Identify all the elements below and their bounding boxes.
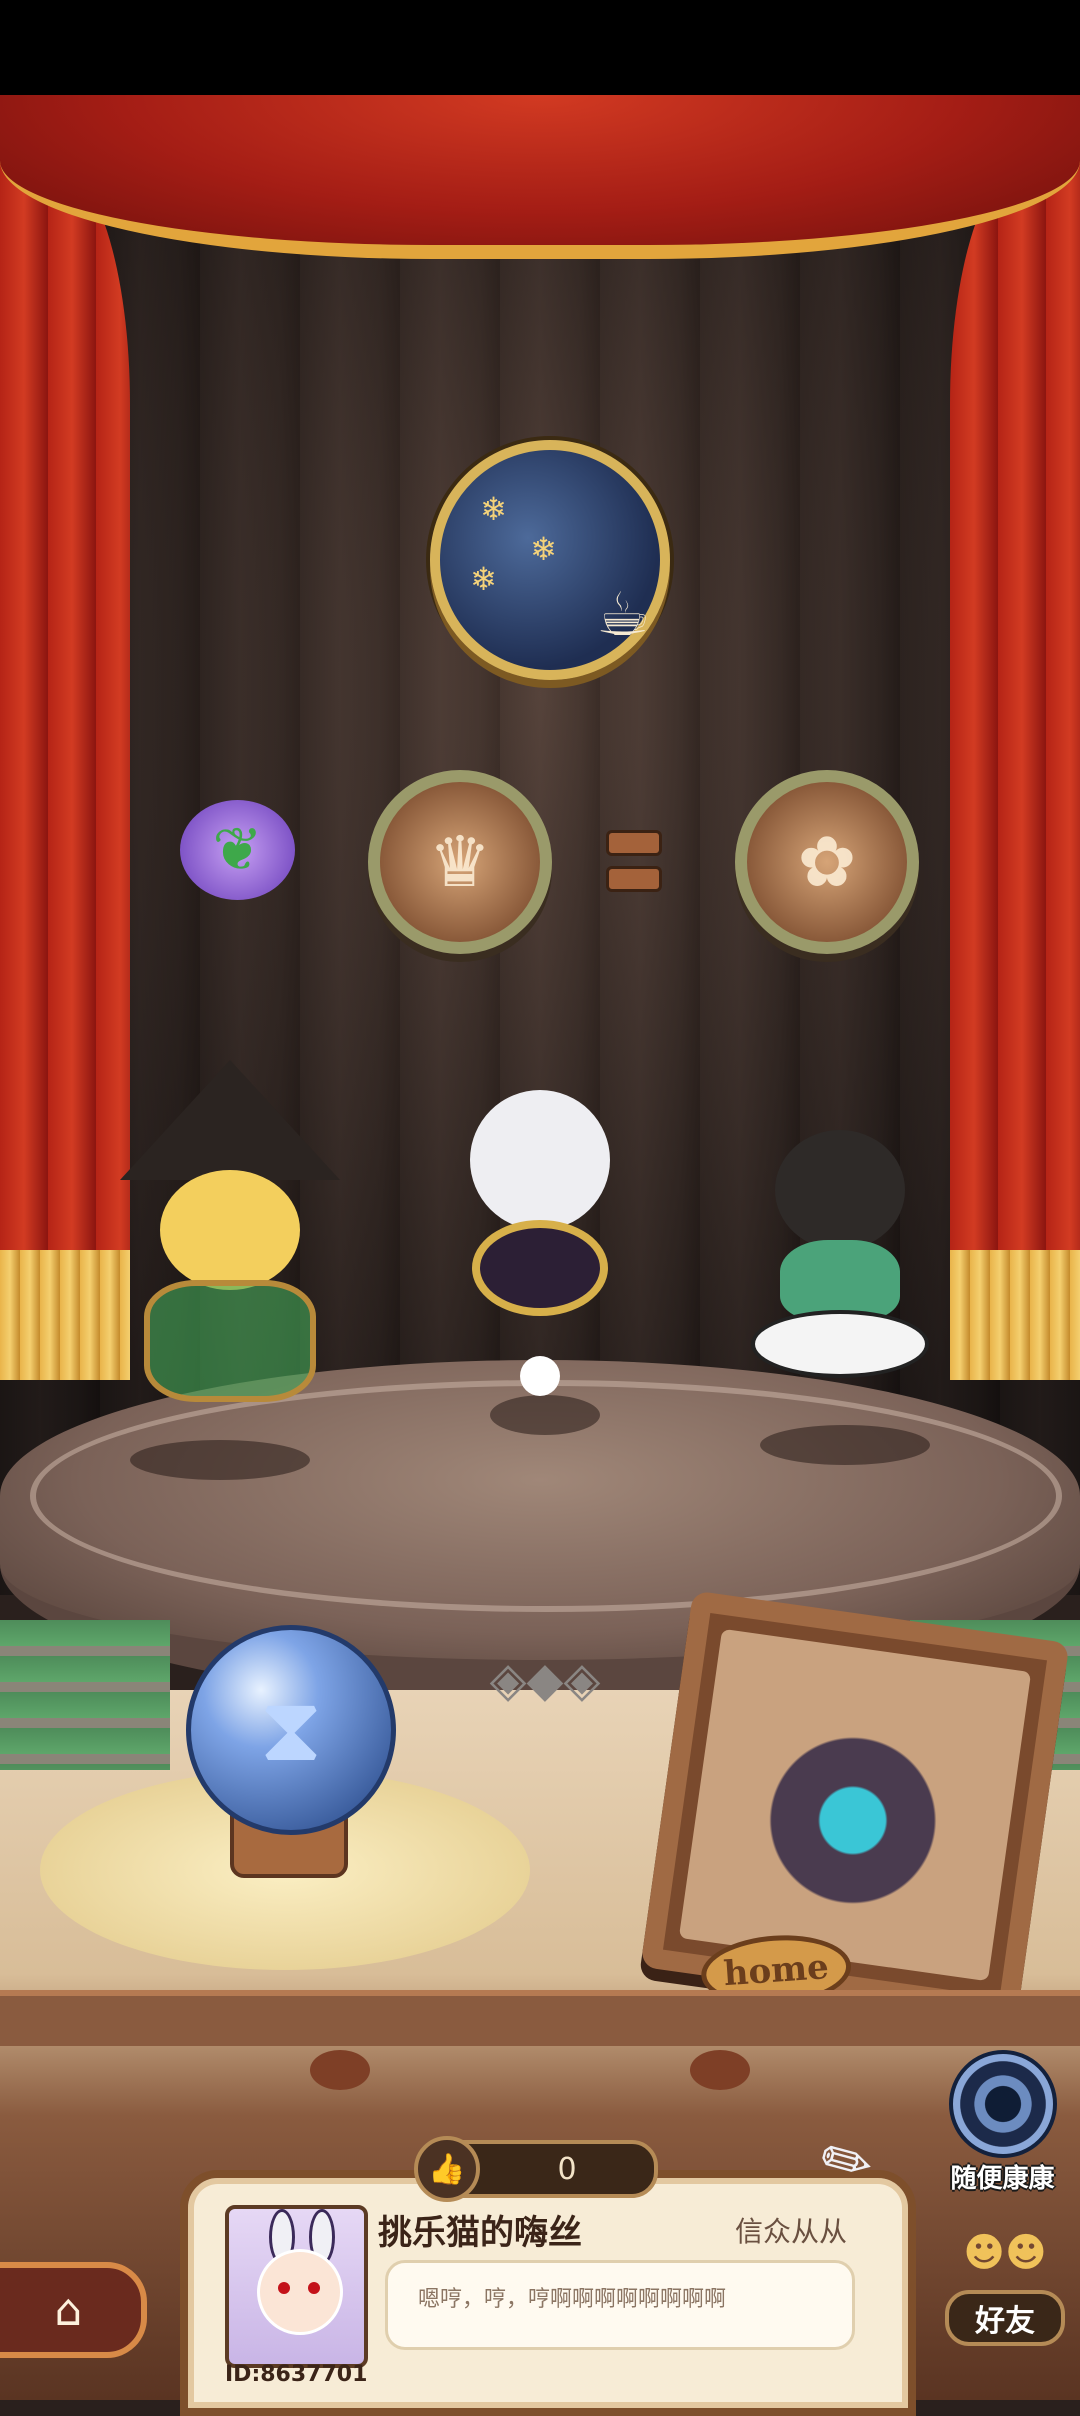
tea-cup-icon: ☕ (596, 580, 650, 650)
leaf-ingredient[interactable]: ❦ (180, 800, 295, 900)
cauldron-picture (678, 1628, 1032, 1982)
decor-seed (310, 2050, 370, 2090)
char-shadow (130, 1440, 310, 1480)
stairs-left (0, 1620, 170, 1770)
decor-seed (690, 2050, 750, 2090)
friends-icon: ☻☻ (963, 2230, 1047, 2276)
equals-sign (606, 830, 662, 902)
thumbs-up-icon[interactable]: 👍 (414, 2136, 480, 2202)
witch-character[interactable] (95, 1060, 365, 1420)
bio-text[interactable]: 嗯哼，哼，哼啊啊啊啊啊啊啊啊 (385, 2260, 855, 2350)
like-counter: 👍 0 (414, 2136, 658, 2202)
char-shadow (760, 1425, 930, 1465)
user-title: 信众从从 (735, 2215, 848, 2248)
snowflake-icon: ❄ (480, 490, 507, 528)
status-bar (0, 0, 1080, 95)
stage-emblem: ◈◆◈ (489, 1652, 601, 1708)
recipe-slot-left[interactable]: ♛ (368, 770, 552, 954)
avatar[interactable] (225, 2205, 368, 2368)
home-button[interactable]: ⌂ (0, 2262, 147, 2358)
random-visit-button[interactable]: 随便康康 (940, 2050, 1065, 2195)
hourglass-icon: ⧗ (259, 1677, 323, 1782)
snowflake-icon: ❄ (530, 530, 557, 568)
home-icon: ⌂ (54, 2284, 83, 2336)
yinyang-character[interactable] (700, 1130, 980, 1420)
table-rim (0, 1990, 1080, 2046)
friends-button[interactable]: ☻☻ 好友 (930, 2230, 1080, 2346)
recipe-slot-right[interactable]: ✿ (735, 770, 919, 954)
tea-badge[interactable]: ❄ ❄ ❄ ☕ (430, 440, 670, 680)
friends-label: 好友 (945, 2290, 1065, 2346)
leaf-icon: ❦ (212, 815, 263, 885)
user-id: ID:8637701 (225, 2362, 368, 2387)
home-picture-frame[interactable]: home (640, 1590, 1070, 2020)
portal-icon (948, 2050, 1057, 2158)
random-visit-label: 随便康康 (950, 2164, 1055, 2194)
char-shadow (490, 1395, 600, 1435)
curtain-valance (0, 95, 1080, 259)
fairy-silhouette-icon: ♛ (428, 821, 492, 903)
username: 挑乐猫的嗨丝 (378, 2213, 582, 2253)
hourglass-orb-button[interactable]: ⧗ (186, 1625, 396, 1835)
like-count: 0 (557, 2151, 577, 2187)
bunny-character[interactable] (430, 1050, 650, 1396)
thumbs-up-flower-icon: ✿ (797, 821, 857, 903)
snowflake-icon: ❄ (470, 560, 497, 598)
